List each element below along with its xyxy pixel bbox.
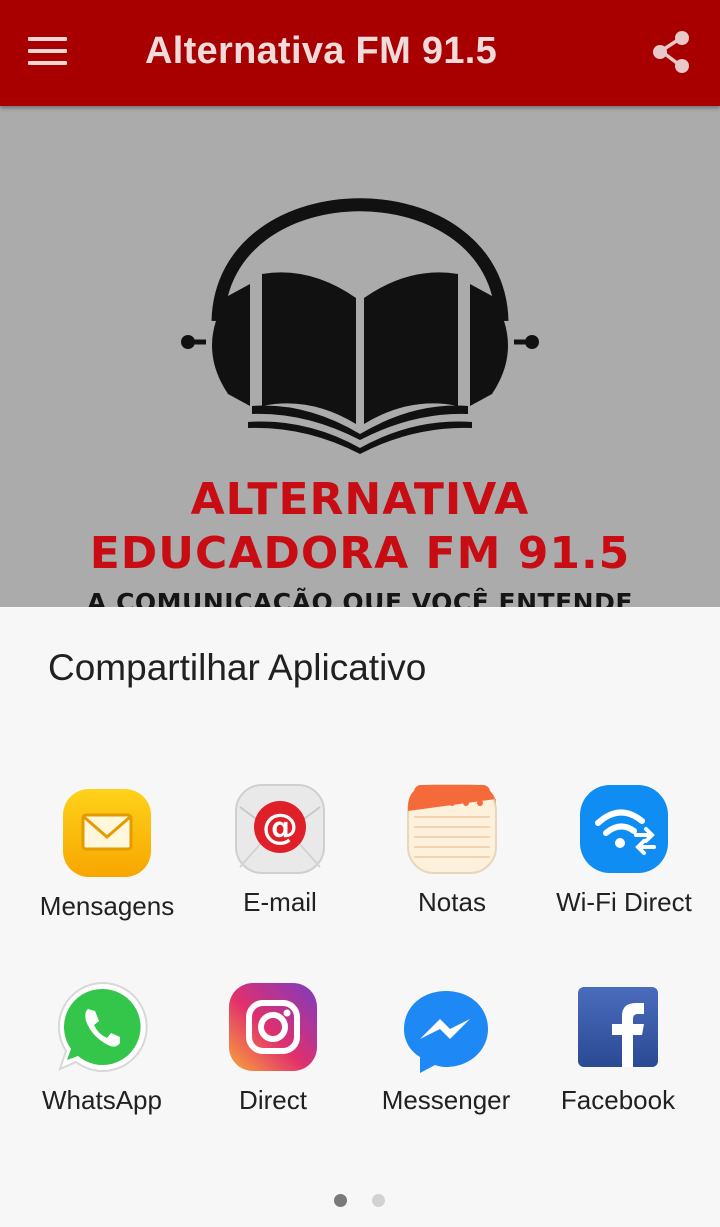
share-target-mensagens[interactable]: Mensagens	[21, 781, 193, 941]
share-label-notas: Notas	[418, 887, 486, 917]
share-label-wifi-direct: Wi-Fi Direct	[556, 887, 692, 917]
share-label-whatsapp: WhatsApp	[42, 1085, 162, 1115]
share-target-notas[interactable]: Notas	[366, 781, 538, 941]
page-indicator-dot-active[interactable]	[334, 1194, 347, 1207]
share-target-email[interactable]: @ E-mail	[194, 781, 366, 941]
whatsapp-icon	[54, 979, 150, 1075]
share-label-mensagens: Mensagens	[39, 891, 175, 921]
share-target-messenger[interactable]: Messenger	[360, 979, 532, 1139]
messenger-icon	[398, 983, 494, 1079]
email-at-icon: @	[232, 781, 328, 877]
share-label-messenger: Messenger	[381, 1085, 511, 1115]
app-bar: Alternativa FM 91.5	[0, 0, 720, 106]
logo-title-line1: ALTERNATIVA	[190, 474, 530, 525]
logo-slogan: A COMUNICAÇÃO QUE VOCÊ ENTENDE	[87, 588, 633, 607]
headphones-book-icon	[181, 198, 539, 454]
instagram-icon	[225, 979, 321, 1075]
share-target-facebook[interactable]: Facebook	[532, 979, 704, 1139]
wifi-direct-icon	[576, 781, 672, 877]
share-icon[interactable]	[648, 28, 696, 76]
share-target-direct[interactable]: Direct	[187, 979, 359, 1139]
share-sheet-title: Compartilhar Aplicativo	[48, 647, 427, 688]
app-title: Alternativa FM 91.5	[145, 30, 498, 72]
share-label-facebook: Facebook	[560, 1085, 676, 1115]
svg-text:@: @	[262, 807, 298, 848]
envelope-icon	[59, 785, 155, 881]
share-sheet: Compartilhar Aplicativo Mensagens @ E-ma…	[0, 607, 720, 1227]
logo-title-line2: EDUCADORA FM 91.5	[89, 528, 631, 579]
share-label-email: E-mail	[243, 887, 317, 917]
facebook-icon	[570, 983, 666, 1079]
station-logo-banner: ALTERNATIVA EDUCADORA FM 91.5 A COMUNICA…	[0, 106, 720, 607]
notepad-icon	[404, 781, 500, 877]
share-target-whatsapp[interactable]: WhatsApp	[16, 979, 188, 1139]
page-indicator-dot[interactable]	[372, 1194, 385, 1207]
share-target-wifi-direct[interactable]: Wi-Fi Direct	[538, 781, 710, 941]
hamburger-menu-icon[interactable]	[28, 34, 68, 68]
share-label-direct: Direct	[239, 1085, 307, 1115]
